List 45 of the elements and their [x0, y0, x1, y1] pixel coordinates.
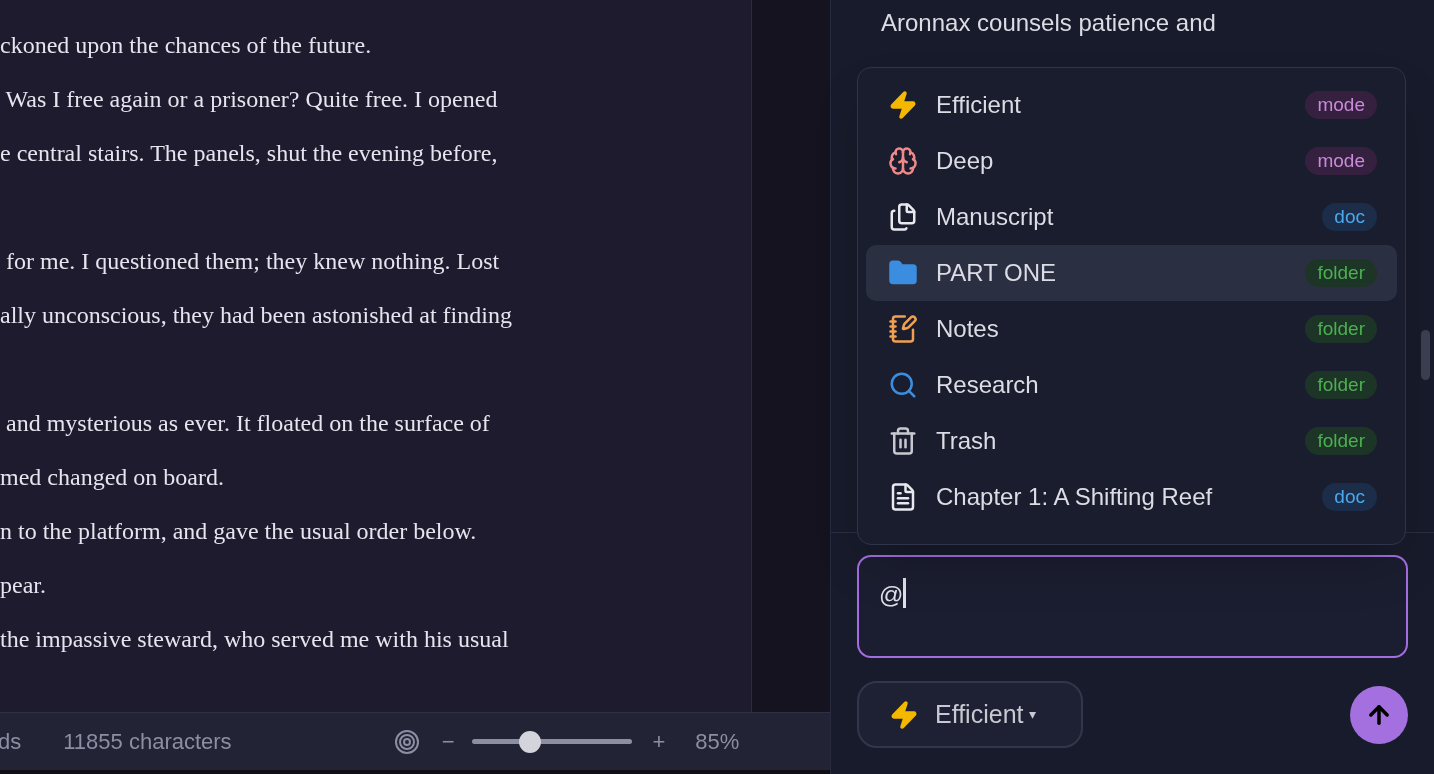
type-tag: mode [1305, 147, 1377, 175]
message-text: Aronnax counsels patience and [881, 9, 1216, 36]
menu-item[interactable]: Notes folder [866, 301, 1397, 357]
character-count: 11855 characters [63, 728, 232, 756]
trash-icon [888, 426, 918, 456]
text-line: the impassive steward, who served me with his usual [0, 626, 509, 652]
text-line: and mysterious as ever. It floated on the surface of [5, 410, 490, 436]
menu-item[interactable]: PART ONE folder [866, 245, 1397, 301]
type-tag: doc [1322, 483, 1377, 511]
scrollbar [1421, 330, 1430, 380]
menu-item[interactable]: Deep mode [866, 133, 1397, 189]
type-tag: mode [1305, 91, 1377, 119]
menu-item[interactable]: Trash folder [866, 413, 1397, 469]
type-tag: folder [1305, 259, 1377, 287]
text-line: ally unconscious, they had been astonished at finding [0, 302, 512, 328]
magnifier-icon [888, 370, 918, 400]
text-line: Was I free again or a prisoner? Quite free. I opened [4, 86, 498, 112]
zoom-out-button[interactable]: − [441, 725, 455, 758]
text-line: for me. I questioned them; they knew nothing. Lost [5, 248, 500, 274]
lightning-icon [888, 90, 918, 120]
menu-item[interactable]: Chapter 1: A Shifting Reef doc [866, 469, 1397, 525]
zoom-in-button[interactable]: + [652, 725, 666, 758]
type-tag: folder [1305, 427, 1377, 455]
text-line: ckoned upon the chances of the future. [0, 32, 372, 58]
menu-item[interactable]: Research folder [866, 357, 1397, 413]
type-tag: doc [1322, 203, 1377, 231]
text-line: e central stairs. The panels, shut the evening before, [0, 140, 498, 166]
text-line: n to the platform, and gave the usual order below. [0, 518, 477, 544]
type-tag: folder [1305, 371, 1377, 399]
brain-icon [888, 146, 918, 176]
zoom-percent: 85% [695, 728, 740, 756]
mode-button[interactable]: Efficient ▾ [857, 681, 1083, 748]
menu-item[interactable]: Efficient mode [866, 77, 1397, 133]
input-field[interactable]: @ [857, 555, 1408, 658]
focus-icon [393, 728, 420, 755]
lightning-icon [889, 699, 919, 730]
send-button[interactable] [1350, 685, 1408, 744]
type-tag: folder [1305, 315, 1377, 343]
documents-icon [888, 202, 918, 232]
text-line: pear. [0, 572, 46, 598]
text-line: med changed on board. [0, 464, 224, 490]
zoom-slider[interactable] [472, 730, 633, 753]
menu-item[interactable]: Manuscript doc [866, 189, 1397, 245]
slider-thumb[interactable] [519, 730, 542, 753]
notepad-icon [888, 314, 918, 344]
